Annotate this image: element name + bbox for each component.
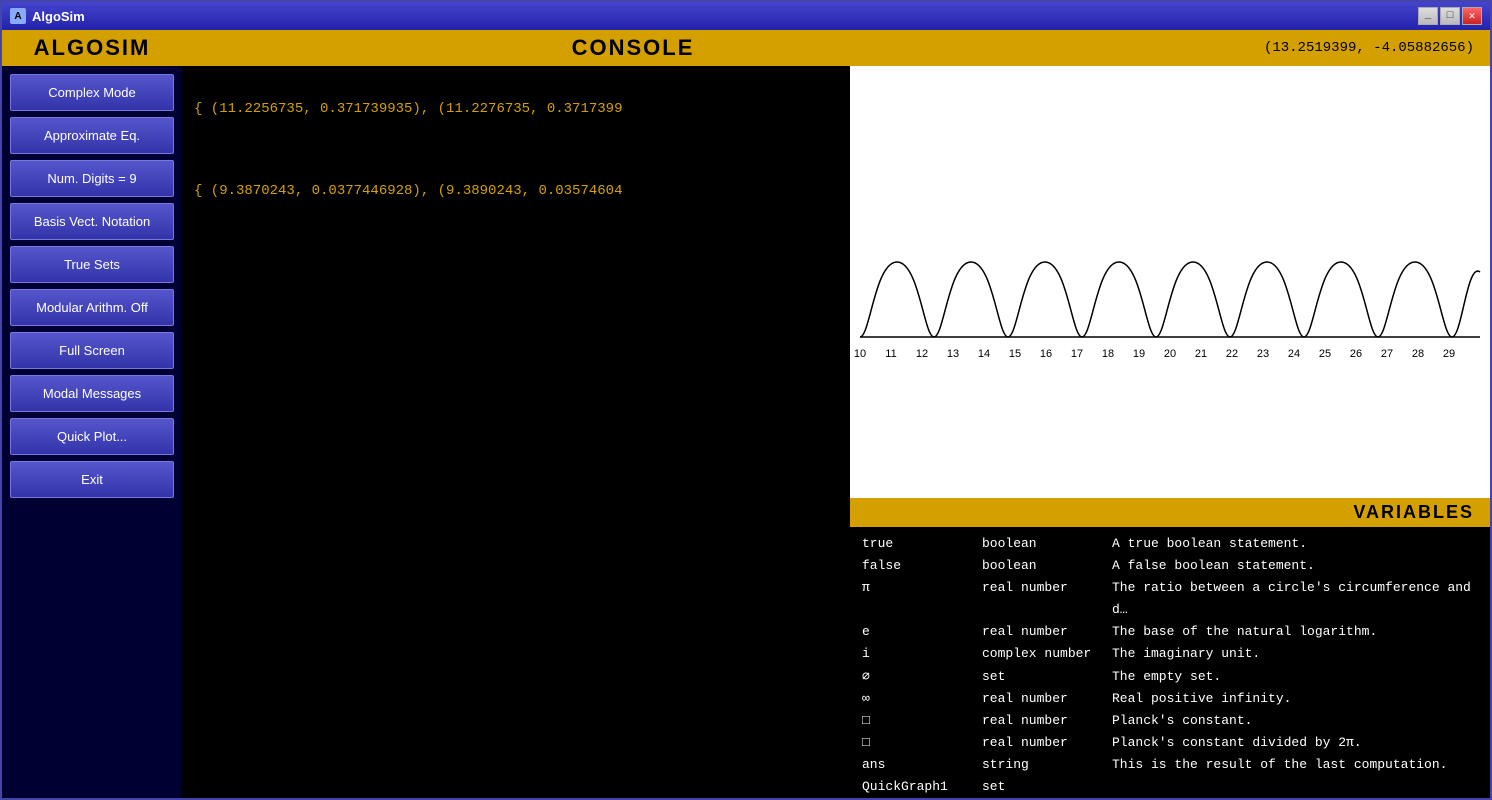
complex-mode-button[interactable]: Complex Mode — [10, 74, 174, 111]
window-title: AlgoSim — [32, 9, 85, 24]
var-row-false: false boolean A false boolean statement. — [862, 555, 1478, 577]
var-row-qg1: QuickGraph1 set — [862, 776, 1478, 795]
var-row-true: true boolean A true boolean statement. — [862, 533, 1478, 555]
true-sets-button[interactable]: True Sets — [10, 246, 174, 283]
title-bar-controls: _ □ ✕ — [1418, 7, 1482, 25]
close-button[interactable]: ✕ — [1462, 7, 1482, 25]
svg-text:25: 25 — [1319, 348, 1331, 360]
var-type: string — [982, 754, 1112, 776]
var-desc: A false boolean statement. — [1112, 555, 1478, 577]
var-name: e — [862, 621, 982, 643]
var-name: □ — [862, 710, 982, 732]
svg-text:19: 19 — [1133, 348, 1145, 360]
svg-text:27: 27 — [1381, 348, 1393, 360]
svg-text:16: 16 — [1040, 348, 1052, 360]
var-desc — [1112, 776, 1478, 795]
var-name: ans — [862, 754, 982, 776]
svg-text:18: 18 — [1102, 348, 1114, 360]
svg-text:22: 22 — [1226, 348, 1238, 360]
modular-arithm-button[interactable]: Modular Arithm. Off — [10, 289, 174, 326]
var-row-e: e real number The base of the natural lo… — [862, 621, 1478, 643]
var-desc: Planck's constant divided by 2π. — [1112, 732, 1478, 754]
full-screen-button[interactable]: Full Screen — [10, 332, 174, 369]
svg-text:21: 21 — [1195, 348, 1207, 360]
svg-text:13: 13 — [947, 348, 959, 360]
var-name: QuickGraph1 — [862, 776, 982, 795]
svg-text:15: 15 — [1009, 348, 1021, 360]
var-type: real number — [982, 621, 1112, 643]
svg-text:17: 17 — [1071, 348, 1083, 360]
variables-header: VARIABLES — [850, 498, 1490, 527]
var-desc: The imaginary unit. — [1112, 643, 1478, 665]
var-type: real number — [982, 732, 1112, 754]
svg-text:28: 28 — [1412, 348, 1424, 360]
var-desc: A true boolean statement. — [1112, 533, 1478, 555]
variables-section: VARIABLES true boolean A true boolean st… — [850, 498, 1490, 798]
var-desc: Planck's constant. — [1112, 710, 1478, 732]
console-output: { (11.2256735, 0.371739935), (11.2276735… — [194, 98, 838, 203]
var-desc: The base of the natural logarithm. — [1112, 621, 1478, 643]
var-name: π — [862, 577, 982, 621]
num-digits-button[interactable]: Num. Digits = 9 — [10, 160, 174, 197]
main-window: A AlgoSim _ □ ✕ ALGOSIM CONSOLE (13.2519… — [0, 0, 1492, 800]
var-type: complex number — [982, 643, 1112, 665]
app-icon: A — [10, 8, 26, 24]
var-desc: This is the result of the last computati… — [1112, 754, 1478, 776]
var-name: ∞ — [862, 688, 982, 710]
svg-text:10: 10 — [854, 348, 866, 360]
title-bar: A AlgoSim _ □ ✕ — [2, 2, 1490, 30]
var-name: i — [862, 643, 982, 665]
header-bar: ALGOSIM CONSOLE (13.2519399, -4.05882656… — [2, 30, 1490, 66]
minimize-button[interactable]: _ — [1418, 7, 1438, 25]
svg-text:23: 23 — [1257, 348, 1269, 360]
svg-text:11: 11 — [885, 348, 896, 360]
main-content: Complex Mode Approximate Eq. Num. Digits… — [2, 66, 1490, 798]
title-bar-left: A AlgoSim — [10, 8, 85, 24]
svg-text:12: 12 — [916, 348, 928, 360]
var-desc: The ratio between a circle's circumferen… — [1112, 577, 1478, 621]
sidebar: Complex Mode Approximate Eq. Num. Digits… — [2, 66, 182, 798]
graph-svg: 10 11 12 13 14 15 16 17 18 19 20 21 22 2… — [850, 66, 1490, 498]
right-panel: 10 11 12 13 14 15 16 17 18 19 20 21 22 2… — [850, 66, 1490, 798]
var-row-i: i complex number The imaginary unit. — [862, 643, 1478, 665]
var-name: □ — [862, 732, 982, 754]
svg-text:29: 29 — [1443, 348, 1455, 360]
var-row-empty-set: ∅ set The empty set. — [862, 666, 1478, 688]
svg-text:20: 20 — [1164, 348, 1176, 360]
maximize-button[interactable]: □ — [1440, 7, 1460, 25]
var-desc: The empty set. — [1112, 666, 1478, 688]
var-name: false — [862, 555, 982, 577]
var-desc: Real positive infinity. — [1112, 688, 1478, 710]
exit-button[interactable]: Exit — [10, 461, 174, 498]
var-type: real number — [982, 710, 1112, 732]
var-type: set — [982, 666, 1112, 688]
svg-text:14: 14 — [978, 348, 990, 360]
var-row-inf: ∞ real number Real positive infinity. — [862, 688, 1478, 710]
var-row-pi: π real number The ratio between a circle… — [862, 577, 1478, 621]
var-row-ans: ans string This is the result of the las… — [862, 754, 1478, 776]
var-name: true — [862, 533, 982, 555]
basis-vect-button[interactable]: Basis Vect. Notation — [10, 203, 174, 240]
var-type: real number — [982, 688, 1112, 710]
svg-text:26: 26 — [1350, 348, 1362, 360]
coordinates-display: (13.2519399, -4.05882656) — [1264, 40, 1490, 56]
approx-eq-button[interactable]: Approximate Eq. — [10, 117, 174, 154]
var-type: boolean — [982, 555, 1112, 577]
var-row-planck2: □ real number Planck's constant divided … — [862, 732, 1478, 754]
console-line-1: { (11.2256735, 0.371739935), (11.2276735… — [194, 98, 838, 120]
var-type: set — [982, 776, 1112, 795]
graph-area[interactable]: 10 11 12 13 14 15 16 17 18 19 20 21 22 2… — [850, 66, 1490, 498]
variables-table: true boolean A true boolean statement. f… — [850, 527, 1490, 795]
var-type: boolean — [982, 533, 1112, 555]
var-name: ∅ — [862, 666, 982, 688]
var-row-planck: □ real number Planck's constant. — [862, 710, 1478, 732]
var-type: real number — [982, 577, 1112, 621]
svg-text:24: 24 — [1288, 348, 1300, 360]
modal-messages-button[interactable]: Modal Messages — [10, 375, 174, 412]
console-line-2: { (9.3870243, 0.0377446928), (9.3890243,… — [194, 180, 838, 202]
console-label: CONSOLE — [2, 35, 1264, 61]
console-area[interactable]: { (11.2256735, 0.371739935), (11.2276735… — [182, 66, 850, 798]
quick-plot-button[interactable]: Quick Plot... — [10, 418, 174, 455]
